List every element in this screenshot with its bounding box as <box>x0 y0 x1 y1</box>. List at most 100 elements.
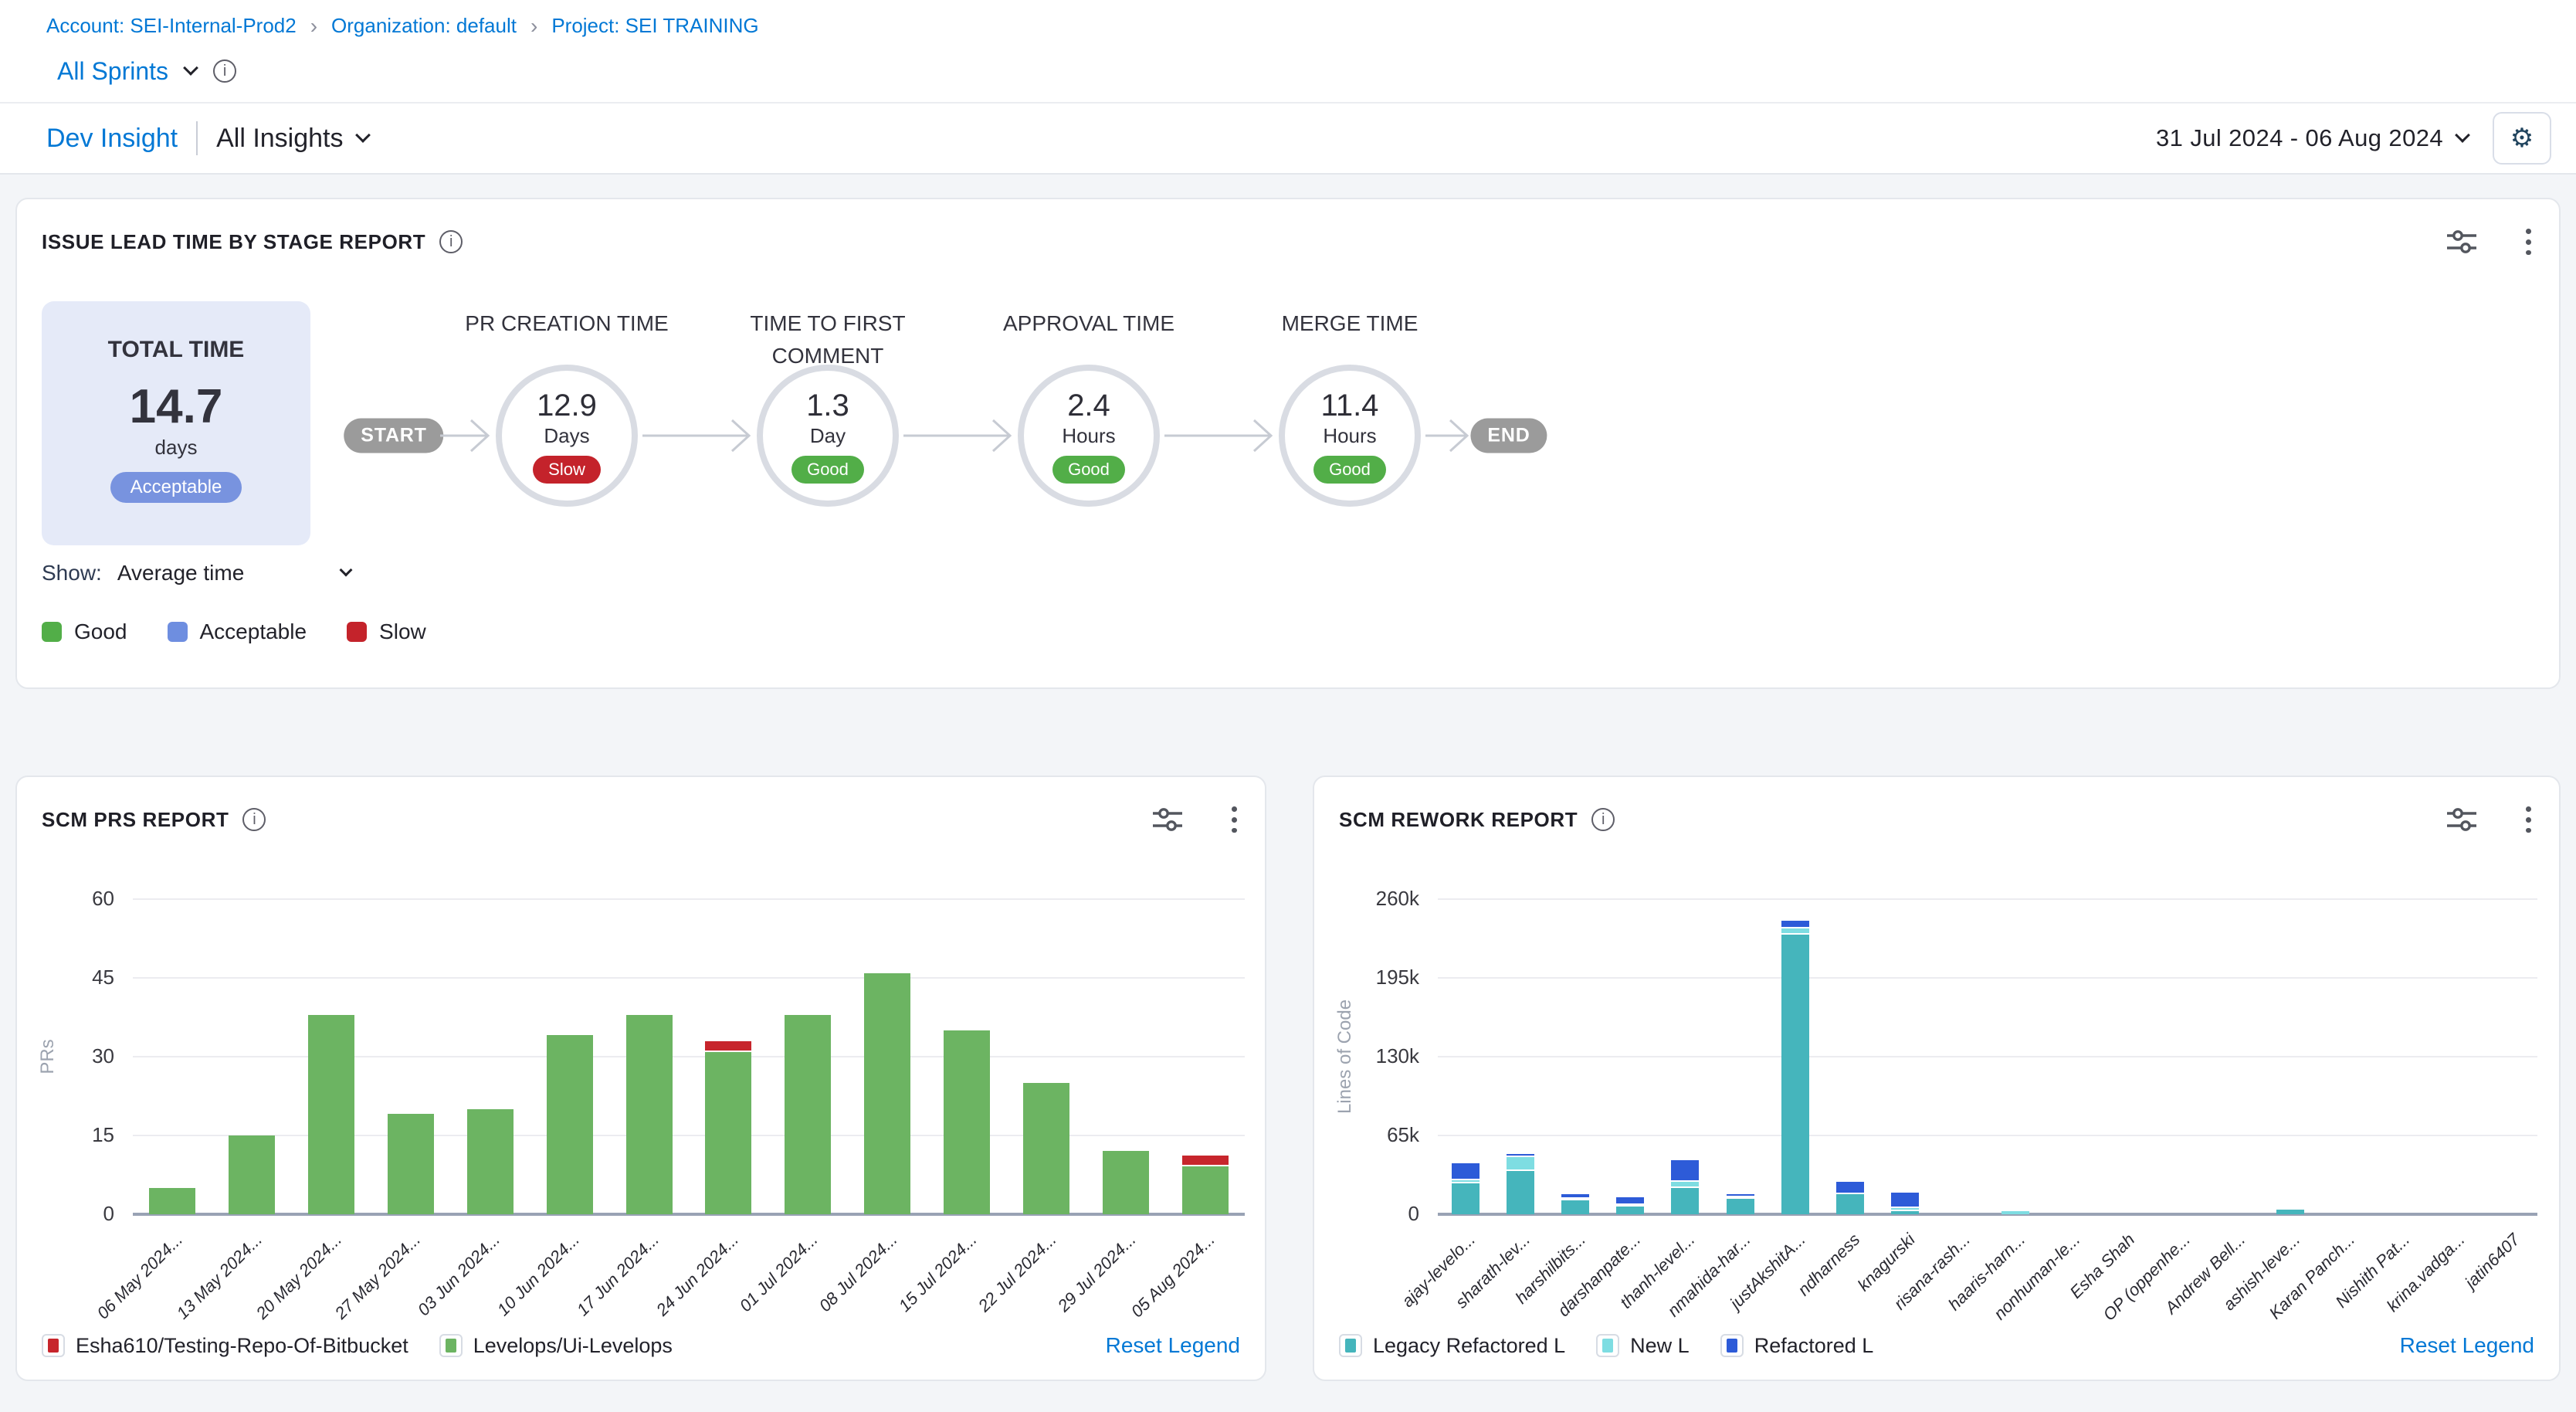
bar-segment[interactable] <box>1452 1183 1480 1214</box>
breadcrumb-account[interactable]: Account: SEI-Internal-Prod2 <box>46 14 297 38</box>
show-selector[interactable]: Show: Average time <box>42 561 351 586</box>
bar-segment[interactable] <box>1507 1171 1534 1214</box>
stage-label: PR CREATION TIME <box>451 307 683 340</box>
chevron-down-icon[interactable] <box>340 564 353 577</box>
bar-segment[interactable] <box>467 1109 514 1214</box>
lead-time-legend: Good Acceptable Slow <box>42 619 426 644</box>
legend-item[interactable]: Esha610/Testing-Repo-Of-Bitbucket <box>42 1334 408 1358</box>
legend-item[interactable]: Acceptable <box>168 619 307 644</box>
y-gridline <box>133 1135 1245 1136</box>
tab-dev-insight[interactable]: Dev Insight <box>46 124 178 154</box>
card-header: SCM REWORK REPORT <box>1339 803 2534 836</box>
breadcrumb-separator: › <box>530 15 537 37</box>
y-axis-tick: 0 <box>1348 1202 1419 1226</box>
bar-segment[interactable] <box>388 1114 434 1214</box>
bar-segment[interactable] <box>1727 1197 1754 1199</box>
legend-item[interactable]: New L <box>1596 1334 1690 1358</box>
breadcrumb: Account: SEI-Internal-Prod2 › Organizati… <box>46 14 759 38</box>
stage-circle[interactable]: 11.4HoursGood <box>1279 365 1421 507</box>
sprint-selector-label[interactable]: All Sprints <box>57 57 168 86</box>
status-badge: Good <box>791 456 864 484</box>
kebab-menu-icon[interactable] <box>1229 803 1240 836</box>
bar-segment[interactable] <box>1616 1197 1644 1205</box>
bar-segment[interactable] <box>1182 1166 1229 1214</box>
legend-item[interactable]: Slow <box>347 619 426 644</box>
bar-segment[interactable] <box>2276 1210 2304 1214</box>
stage-value: 11.4 <box>1321 389 1379 423</box>
bar-segment[interactable] <box>1781 935 1809 1214</box>
bar-segment[interactable] <box>229 1135 275 1214</box>
reset-legend-link[interactable]: Reset Legend <box>1106 1333 1240 1358</box>
legend-label: Refactored L <box>1754 1334 1874 1358</box>
bar-segment[interactable] <box>1507 1154 1534 1157</box>
stage-circle[interactable]: 1.3DayGood <box>757 365 899 507</box>
chevron-down-icon[interactable] <box>355 127 371 143</box>
sprint-selector[interactable]: All Sprints <box>57 51 236 91</box>
bar-segment[interactable] <box>1891 1193 1919 1208</box>
reset-legend-link[interactable]: Reset Legend <box>2400 1333 2534 1358</box>
info-icon[interactable] <box>242 808 266 831</box>
legend-item[interactable]: Good <box>42 619 127 644</box>
legend-item[interactable]: Legacy Refactored L <box>1339 1334 1565 1358</box>
bar-segment[interactable] <box>1023 1083 1069 1214</box>
filter-sliders-icon[interactable] <box>2447 807 2476 832</box>
bar-segment[interactable] <box>705 1052 751 1214</box>
legend-swatch <box>168 622 188 642</box>
bar-segment[interactable] <box>1452 1180 1480 1183</box>
bar-segment[interactable] <box>1103 1151 1149 1214</box>
bar-segment[interactable] <box>1671 1182 1699 1188</box>
bar-segment[interactable] <box>1561 1199 1589 1200</box>
bar-segment[interactable] <box>1616 1207 1644 1214</box>
breadcrumb-project[interactable]: Project: SEI TRAINING <box>551 14 758 38</box>
legend-swatch <box>42 622 62 642</box>
bar-segment[interactable] <box>547 1035 593 1214</box>
bar-segment[interactable] <box>1891 1211 1919 1214</box>
bar-segment[interactable] <box>1891 1208 1919 1211</box>
bar-segment[interactable] <box>1616 1205 1644 1207</box>
bar-segment[interactable] <box>1781 928 1809 935</box>
bar-segment[interactable] <box>1836 1194 1864 1214</box>
bar-segment[interactable] <box>705 1041 751 1052</box>
bar-segment[interactable] <box>1727 1194 1754 1197</box>
info-icon[interactable] <box>439 230 463 253</box>
breadcrumb-organization[interactable]: Organization: default <box>331 14 517 38</box>
info-icon[interactable] <box>1591 808 1615 831</box>
legend-item[interactable]: Levelops/Ui-Levelops <box>439 1334 673 1358</box>
bar-segment[interactable] <box>1561 1200 1589 1214</box>
bar-segment[interactable] <box>1671 1160 1699 1182</box>
legend-item[interactable]: Refactored L <box>1720 1334 1874 1358</box>
kebab-menu-icon[interactable] <box>2523 803 2534 836</box>
filter-sliders-icon[interactable] <box>1153 807 1182 832</box>
insights-selector[interactable]: All Insights <box>216 124 343 154</box>
flow-arrow <box>1164 416 1274 462</box>
filter-sliders-icon[interactable] <box>2447 229 2476 254</box>
top-header: Account: SEI-Internal-Prod2 › Organizati… <box>0 0 2576 175</box>
status-badge: Slow <box>533 456 601 484</box>
bar-segment[interactable] <box>1671 1188 1699 1214</box>
bar-segment[interactable] <box>864 973 910 1214</box>
chevron-down-icon[interactable] <box>183 60 198 76</box>
bar-segment[interactable] <box>944 1030 990 1214</box>
bar-segment[interactable] <box>1452 1163 1480 1180</box>
stage-circle[interactable]: 12.9DaysSlow <box>496 365 638 507</box>
kebab-menu-icon[interactable] <box>2523 226 2534 258</box>
card-title: ISSUE LEAD TIME BY STAGE REPORT <box>42 230 425 254</box>
bar-segment[interactable] <box>1781 921 1809 928</box>
bar-segment[interactable] <box>785 1015 831 1214</box>
bar-segment[interactable] <box>1836 1182 1864 1194</box>
bar-segment[interactable] <box>1727 1199 1754 1214</box>
bar-segment[interactable] <box>1561 1194 1589 1199</box>
chevron-down-icon[interactable] <box>2455 127 2470 143</box>
x-axis-line <box>133 1213 1245 1216</box>
bar-segment[interactable] <box>1182 1156 1229 1166</box>
bar-segment[interactable] <box>626 1015 673 1214</box>
bar-segment[interactable] <box>308 1015 354 1214</box>
bar-segment[interactable] <box>149 1188 195 1214</box>
bar-segment[interactable] <box>2001 1211 2029 1214</box>
settings-button[interactable]: ⚙ <box>2493 112 2551 165</box>
breadcrumb-separator: › <box>310 15 317 37</box>
scm-rework-card: SCM REWORK REPORT Lines of Code Legacy R… <box>1313 776 2561 1381</box>
bar-segment[interactable] <box>1507 1157 1534 1171</box>
stage-circle[interactable]: 2.4HoursGood <box>1018 365 1160 507</box>
date-range-selector[interactable]: 31 Jul 2024 - 06 Aug 2024 <box>2156 124 2443 152</box>
